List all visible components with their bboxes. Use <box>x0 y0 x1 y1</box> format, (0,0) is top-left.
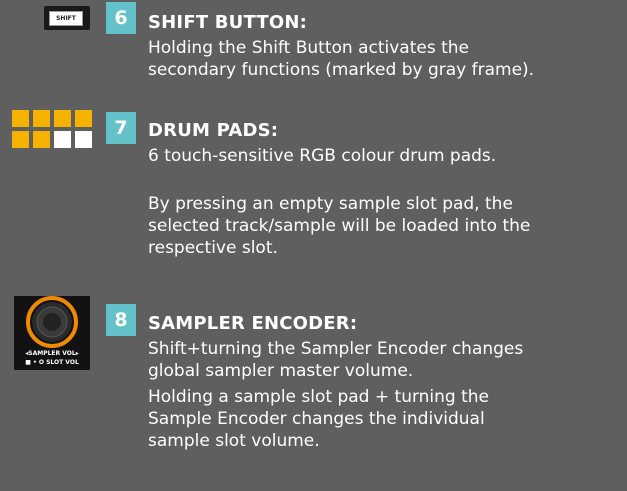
drum-pad-icon <box>12 131 29 148</box>
drum-pad-icon <box>12 110 29 127</box>
item-number-badge: 7 <box>106 112 136 144</box>
encoder-label-top: ◂SAMPLER VOL▸ <box>25 350 79 357</box>
section-paragraph: Holding a sample slot pad + turning the … <box>148 387 490 451</box>
section-paragraph: Holding the Shift Button activates the s… <box>148 38 535 80</box>
drum-pad-icon <box>75 110 92 127</box>
encoder-label-bottom: ■ • O SLOT VOL <box>25 359 79 366</box>
item-number-badge: 8 <box>106 304 136 336</box>
shift-button-thumbnail: SHIFT <box>44 6 90 30</box>
drum-pad-icon <box>33 131 50 148</box>
drum-pad-icon <box>75 131 92 148</box>
section-paragraph: Shift+turning the Sampler Encoder change… <box>148 339 524 381</box>
manual-page: { "items": [ { "number": "6", "heading":… <box>0 0 627 491</box>
shift-key-label: SHIFT <box>49 11 83 26</box>
drum-pad-icon <box>54 131 71 148</box>
section-heading: DRUM PADS: <box>148 120 279 141</box>
drum-pad-icon <box>54 110 71 127</box>
drum-pad-icon <box>33 110 50 127</box>
encoder-knob-icon <box>26 296 78 348</box>
section-paragraph: 6 touch-sensitive RGB colour drum pads. <box>148 146 497 166</box>
drum-pads-thumbnail <box>12 110 92 150</box>
section-heading: SAMPLER ENCODER: <box>148 313 358 334</box>
section-heading: SHIFT BUTTON: <box>148 12 308 33</box>
section-paragraph: By pressing an empty sample slot pad, th… <box>148 194 531 258</box>
item-number-badge: 6 <box>106 2 136 34</box>
sampler-encoder-thumbnail: ◂SAMPLER VOL▸ ■ • O SLOT VOL <box>14 296 90 370</box>
